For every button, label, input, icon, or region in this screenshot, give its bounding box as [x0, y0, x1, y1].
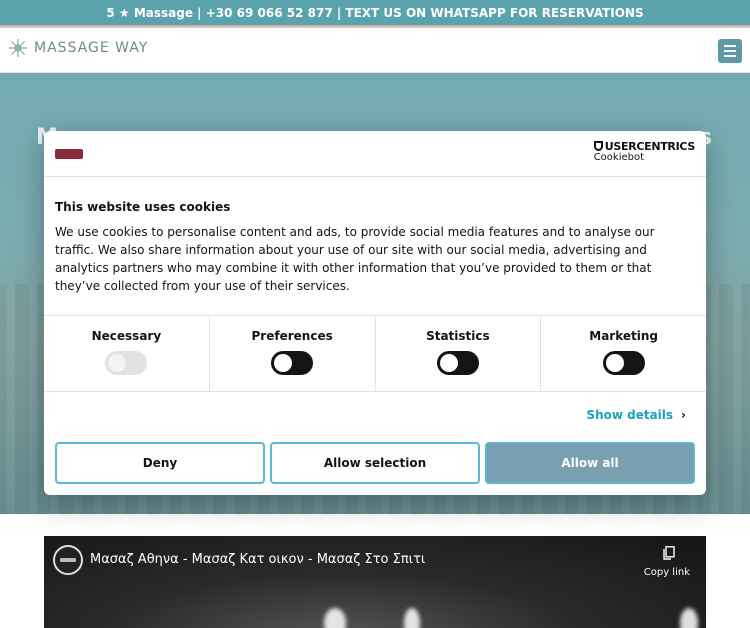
menu-button[interactable]	[718, 39, 742, 63]
cookie-dialog-body: We use cookies to personalise content an…	[55, 225, 655, 293]
cookie-consent-dialog: USERCENTRICS Cookiebot This website uses…	[44, 131, 706, 495]
toggle-necessary: Necessary	[44, 316, 210, 391]
toggle-marketing: Marketing	[541, 316, 706, 391]
lotus-icon	[9, 39, 27, 57]
site-header: MASSAGE WAY	[0, 28, 750, 73]
statistics-switch[interactable]	[436, 351, 479, 375]
logo-text: MASSAGE WAY	[34, 40, 149, 56]
allow-all-button[interactable]: Allow all	[485, 442, 695, 484]
toggle-preferences: Preferences	[210, 316, 376, 391]
copy-link-label[interactable]: Copy link	[644, 567, 690, 578]
hamburger-icon	[724, 45, 736, 47]
channel-avatar[interactable]	[53, 545, 83, 575]
video-title[interactable]: Μασαζ Αθηνα - Μασαζ Κατ οικον - Μασαζ Στ…	[90, 552, 425, 567]
site-brand-logo	[55, 149, 83, 159]
toggle-label: Marketing	[589, 329, 658, 343]
site-logo[interactable]: MASSAGE WAY	[8, 38, 148, 58]
youtube-video-embed[interactable]: Μασαζ Αθηνα - Μασαζ Κατ οικον - Μασαζ Στ…	[44, 536, 706, 628]
toggle-statistics: Statistics	[376, 316, 542, 391]
toggle-label: Statistics	[426, 329, 490, 343]
necessary-switch	[105, 351, 148, 375]
marketing-switch[interactable]	[602, 351, 645, 375]
preferences-switch[interactable]	[271, 351, 314, 375]
cookie-dialog-header: USERCENTRICS Cookiebot	[44, 131, 706, 177]
show-details-link[interactable]: Show details ›	[586, 408, 686, 422]
toggle-label: Preferences	[251, 329, 333, 343]
announcement-bar[interactable]: 5 ★ Massage | +30 69 066 52 877 | TEXT U…	[0, 0, 750, 28]
copy-icon[interactable]	[663, 546, 675, 560]
allow-selection-button[interactable]: Allow selection	[270, 442, 480, 484]
usercentrics-logo[interactable]: USERCENTRICS Cookiebot	[593, 141, 695, 163]
shield-icon	[593, 141, 603, 151]
announcement-text[interactable]: 5 ★ Massage | +30 69 066 52 877 | TEXT U…	[106, 6, 643, 20]
cookie-category-toggles: Necessary Preferences Statistics Marketi…	[44, 315, 706, 392]
deny-button[interactable]: Deny	[55, 442, 265, 484]
chevron-right-icon: ›	[681, 408, 686, 422]
cookie-dialog-title: This website uses cookies	[55, 200, 231, 214]
toggle-label: Necessary	[91, 329, 162, 343]
